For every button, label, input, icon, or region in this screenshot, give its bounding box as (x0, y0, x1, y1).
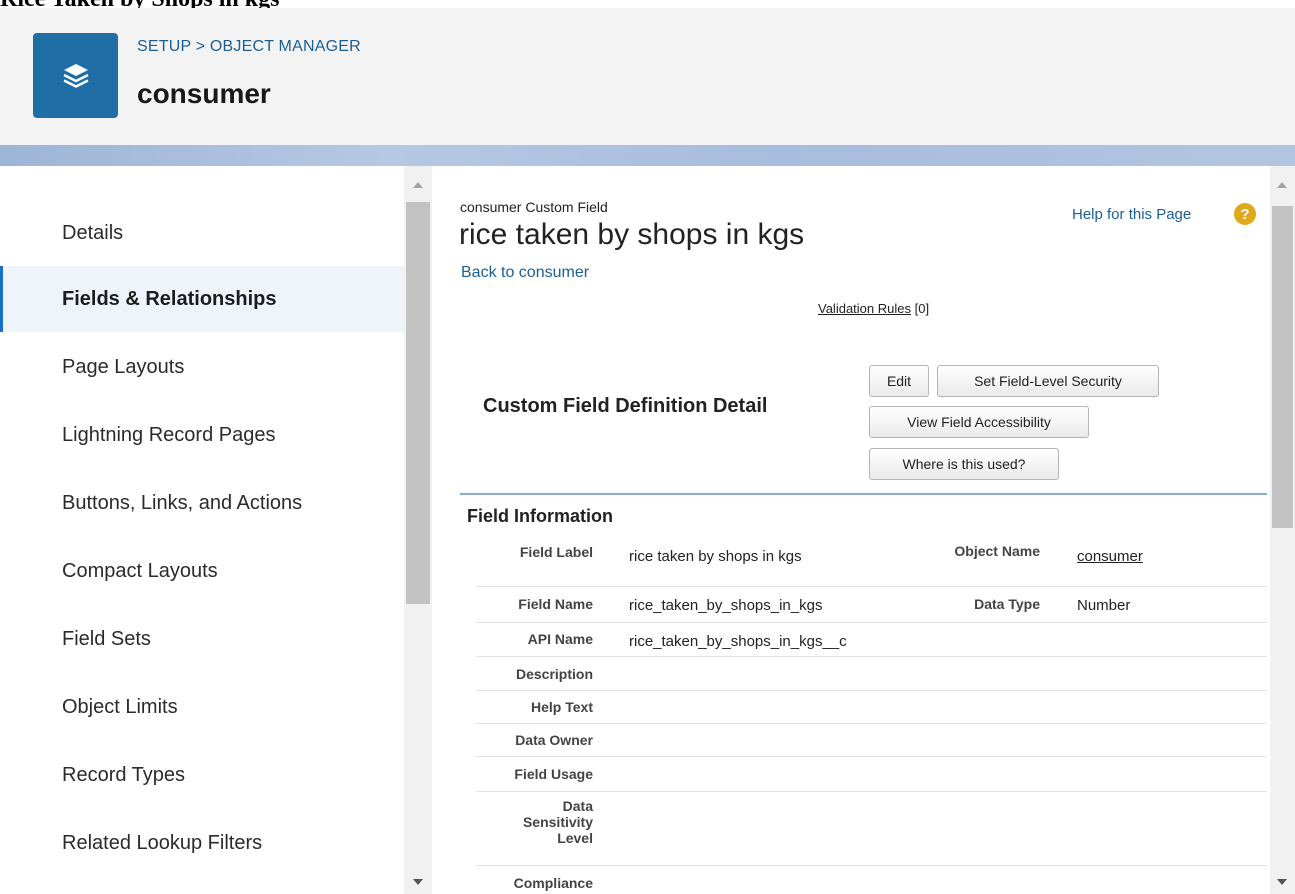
help-icon[interactable]: ? (1234, 203, 1256, 225)
row-divider (476, 656, 1267, 657)
section-title: Custom Field Definition Detail (483, 395, 768, 417)
object-type-label: consumer Custom Field (460, 199, 608, 215)
object-name-label: Object Name (954, 543, 1040, 559)
data-sensitivity-level-label: Data Sensitivity Level (522, 798, 593, 846)
scroll-up-arrow-icon[interactable] (1277, 182, 1287, 188)
sidebar-item-details[interactable]: Details (0, 200, 404, 266)
sidebar-item-fields-relationships[interactable]: Fields & Relationships (0, 266, 404, 332)
scroll-down-arrow-icon[interactable] (1277, 879, 1287, 885)
row-divider (476, 756, 1267, 757)
field-detail-panel: consumer Custom Field rice taken by shop… (440, 166, 1270, 894)
api-name-label: API Name (527, 631, 593, 647)
data-type-value: Number (1077, 597, 1131, 614)
field-information-title: Field Information (467, 506, 613, 526)
field-usage-label: Field Usage (514, 766, 593, 782)
sidebar-item-compact-layouts[interactable]: Compact Layouts (0, 538, 404, 604)
header-band (0, 145, 1295, 166)
sidebar-item-field-sets[interactable]: Field Sets (0, 606, 404, 672)
field-label-value: rice taken by shops in kgs (629, 548, 802, 565)
back-link[interactable]: Back to consumer (461, 264, 589, 282)
row-divider (476, 791, 1267, 792)
page-title: rice taken by shops in kgs (459, 218, 805, 251)
field-label-label: Field Label (519, 544, 593, 560)
object-name-value[interactable]: consumer (1077, 548, 1143, 565)
help-link[interactable]: Help for this Page (1072, 206, 1191, 223)
edit-button[interactable]: Edit (869, 365, 929, 397)
data-owner-label: Data Owner (515, 732, 593, 748)
content-scrollbar-thumb[interactable] (1272, 206, 1293, 528)
sidebar-item-related-lookup-filters[interactable]: Related Lookup Filters (0, 810, 404, 876)
sidebar-scrollbar[interactable] (404, 166, 432, 894)
breadcrumb[interactable]: SETUP > OBJECT MANAGER (137, 38, 361, 56)
object-header: SETUP > OBJECT MANAGER consumer (0, 8, 1295, 145)
field-name-value: rice_taken_by_shops_in_kgs (629, 597, 823, 614)
section-divider (460, 493, 1267, 495)
row-divider (476, 690, 1267, 691)
validation-rules-count: [0] (914, 301, 930, 316)
view-field-accessibility-button[interactable]: View Field Accessibility (869, 406, 1089, 438)
where-is-this-used-button[interactable]: Where is this used? (869, 448, 1059, 480)
row-divider (476, 865, 1267, 866)
sidebar-item-object-limits[interactable]: Object Limits (0, 674, 404, 740)
sidebar-item-lightning-record-pages[interactable]: Lightning Record Pages (0, 402, 404, 468)
set-field-level-security-button[interactable]: Set Field-Level Security (937, 365, 1159, 397)
scroll-down-arrow-icon[interactable] (413, 879, 423, 885)
sidebar-item-buttons-links-actions[interactable]: Buttons, Links, and Actions (0, 470, 404, 536)
sidebar: Details Fields & Relationships Page Layo… (0, 166, 404, 894)
row-divider (476, 723, 1267, 724)
scroll-up-arrow-icon[interactable] (413, 182, 423, 188)
sidebar-item-page-layouts[interactable]: Page Layouts (0, 334, 404, 400)
validation-rules-link[interactable]: Validation Rules (818, 301, 911, 316)
data-type-label: Data Type (974, 596, 1040, 612)
api-name-value: rice_taken_by_shops_in_kgs__c (629, 633, 847, 650)
object-name: consumer (137, 78, 271, 109)
content-scrollbar[interactable] (1270, 166, 1295, 894)
validation-rules: Validation Rules [0] (818, 301, 929, 316)
compliance-label: Compliance (513, 875, 593, 891)
field-name-label: Field Name (518, 596, 593, 612)
sidebar-scrollbar-thumb[interactable] (406, 202, 430, 604)
layers-icon (33, 33, 118, 118)
row-divider (476, 622, 1267, 623)
description-label: Description (515, 666, 593, 682)
help-text-label: Help Text (531, 699, 593, 715)
row-divider (476, 586, 1267, 587)
sidebar-item-record-types[interactable]: Record Types (0, 742, 404, 808)
document-title: Rice Taken by Shops in kgs (0, 0, 279, 12)
